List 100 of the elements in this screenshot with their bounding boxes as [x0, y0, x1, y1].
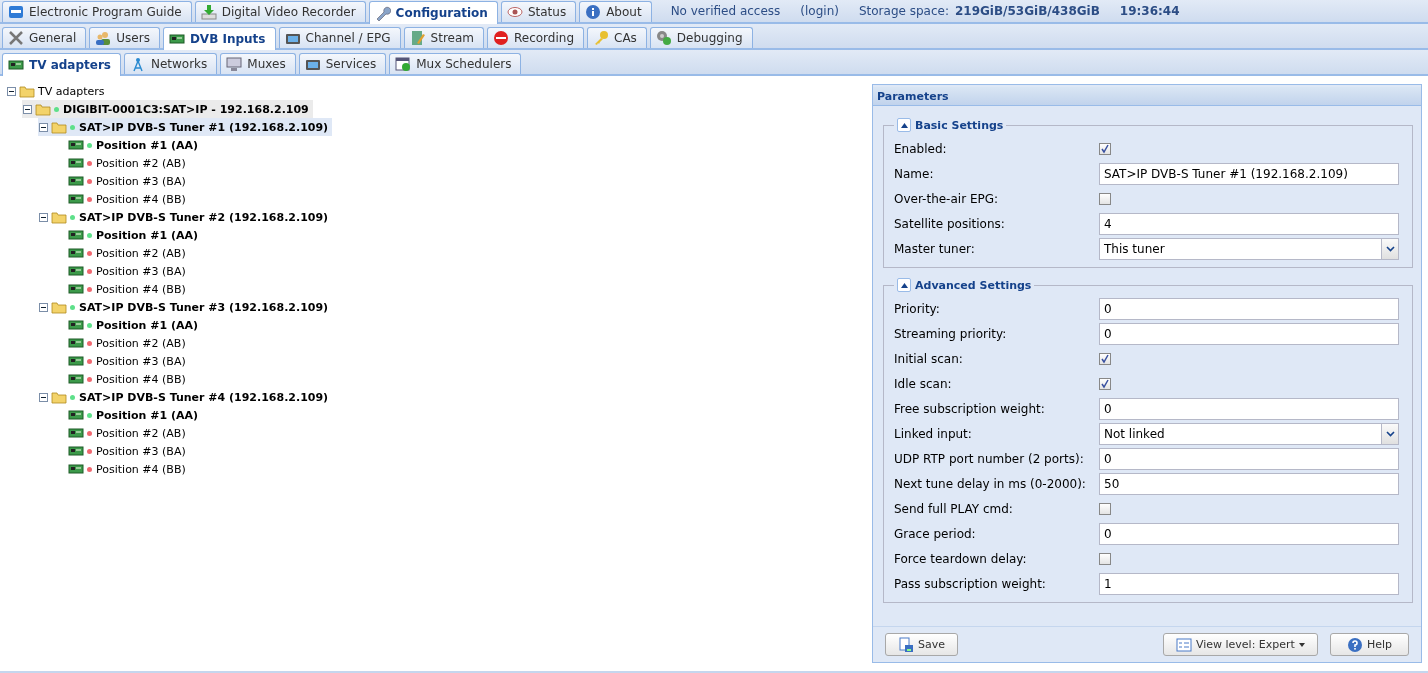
card-icon	[68, 443, 84, 459]
tab[interactable]: Muxes	[220, 53, 296, 74]
tab[interactable]: Channel / EPG	[278, 27, 401, 48]
checkbox[interactable]	[1099, 192, 1111, 205]
tree-label: Position #2 (AB)	[96, 336, 186, 350]
tree-row[interactable]: Position #4 (BB)	[54, 190, 190, 208]
tree-row[interactable]: SAT>IP DVB-S Tuner #4 (192.168.2.109)	[38, 388, 333, 406]
text-field[interactable]: 0	[1099, 447, 1399, 470]
tree-row[interactable]: Position #2 (AB)	[54, 334, 190, 352]
collapse-toggle[interactable]	[39, 212, 48, 222]
access-status: No verified access	[670, 4, 781, 18]
text-field[interactable]: 50	[1099, 472, 1399, 495]
tree-row[interactable]: Position #4 (BB)	[54, 370, 190, 388]
tree-label: Position #4 (BB)	[96, 462, 186, 476]
tree-row[interactable]: Position #3 (BA)	[54, 262, 190, 280]
text-field[interactable]: 1	[1099, 572, 1399, 595]
minus-icon	[41, 214, 46, 220]
dropdown[interactable]: This tuner	[1099, 237, 1399, 260]
field-label: UDP RTP port number (2 ports):	[894, 451, 1085, 466]
tab[interactable]: Recording	[487, 27, 584, 48]
wrench-icon	[374, 5, 391, 21]
info-icon	[585, 4, 602, 20]
field-label: Free subscription weight:	[894, 401, 1046, 416]
checkbox[interactable]	[1099, 352, 1111, 365]
tab[interactable]: About	[579, 1, 652, 22]
tree-row[interactable]: Position #3 (BA)	[54, 442, 190, 460]
checkmark-icon	[1100, 378, 1110, 389]
tree-row[interactable]: Position #4 (BB)	[54, 280, 190, 298]
tree-row[interactable]: SAT>IP DVB-S Tuner #1 (192.168.2.109)	[38, 118, 333, 136]
minus-icon	[41, 124, 46, 130]
users-icon	[95, 30, 112, 46]
calendar-icon	[395, 56, 412, 72]
view-level-button[interactable]: View level: Expert	[1162, 633, 1318, 656]
checkmark-icon	[1100, 143, 1110, 154]
save-button[interactable]: Save	[885, 633, 958, 656]
tree-row[interactable]: Position #2 (AB)	[54, 244, 190, 262]
tree-row[interactable]: Position #3 (BA)	[54, 352, 190, 370]
tree-label: Position #3 (BA)	[96, 444, 186, 458]
tree-label: Position #4 (BB)	[96, 282, 186, 296]
monitor-icon	[226, 56, 243, 72]
tree-row[interactable]: Position #1 (AA)	[54, 316, 202, 334]
collapse-toggle[interactable]	[39, 122, 48, 132]
checkbox[interactable]	[1099, 502, 1111, 515]
tree-row[interactable]: Position #1 (AA)	[54, 226, 202, 244]
text-field[interactable]: SAT>IP DVB-S Tuner #1 (192.168.2.109)	[1099, 162, 1399, 185]
tab[interactable]: CAs	[587, 27, 647, 48]
collapse-toggle[interactable]	[23, 104, 32, 114]
tab[interactable]: Users	[89, 27, 160, 48]
tree-row[interactable]: Position #1 (AA)	[54, 136, 202, 154]
tree-row[interactable]: Position #4 (BB)	[54, 460, 190, 478]
tree-label: TV adapters	[38, 84, 105, 98]
tab[interactable]: Configuration	[368, 1, 498, 24]
text-field[interactable]: 0	[1099, 297, 1399, 320]
tab[interactable]: Debugging	[649, 27, 753, 48]
tree-row[interactable]: DIGIBIT-0001C3:SAT>IP - 192.168.2.109	[22, 100, 313, 118]
tab[interactable]: TV adapters	[2, 53, 121, 76]
text-field[interactable]: 0	[1099, 522, 1399, 545]
storage-value: 219GiB/53GiB/438GiB	[954, 4, 1100, 18]
field-label: Linked input:	[894, 426, 973, 441]
gears-icon	[655, 30, 672, 46]
tab[interactable]: Networks	[123, 53, 218, 74]
collapse-toggle[interactable]	[7, 86, 16, 96]
card-icon	[68, 263, 84, 279]
tree-row[interactable]: SAT>IP DVB-S Tuner #2 (192.168.2.109)	[38, 208, 333, 226]
field-label: Name:	[894, 166, 935, 181]
card-icon	[68, 245, 84, 261]
checkbox[interactable]	[1099, 377, 1111, 390]
tree-row[interactable]: Position #1 (AA)	[54, 406, 202, 424]
tab[interactable]: Stream	[403, 27, 484, 48]
tab[interactable]: Services	[298, 53, 387, 74]
triangle-icon	[900, 282, 908, 288]
tab[interactable]: DVB Inputs	[162, 27, 276, 50]
tree-label: SAT>IP DVB-S Tuner #1 (192.168.2.109)	[79, 120, 329, 134]
tab[interactable]: Status	[500, 1, 577, 22]
tab[interactable]: Electronic Program Guide	[2, 1, 192, 22]
tab[interactable]: Mux Schedulers	[389, 53, 522, 74]
login-link[interactable]: (login)	[800, 4, 839, 18]
tree-label: DIGIBIT-0001C3:SAT>IP - 192.168.2.109	[63, 102, 309, 116]
dropdown[interactable]: Not linked	[1099, 422, 1399, 445]
collapse-toggle[interactable]	[39, 392, 48, 402]
field-label: Master tuner:	[894, 241, 976, 256]
tree-row[interactable]: Position #3 (BA)	[54, 172, 190, 190]
checkbox[interactable]	[1099, 552, 1111, 565]
tree-row[interactable]: SAT>IP DVB-S Tuner #3 (192.168.2.109)	[38, 298, 333, 316]
tab[interactable]: Digital Video Recorder	[194, 1, 366, 22]
checkbox[interactable]	[1099, 142, 1111, 155]
tree-row[interactable]: Position #2 (AB)	[54, 154, 190, 172]
field-label: Idle scan:	[894, 376, 953, 391]
text-field[interactable]: 0	[1099, 397, 1399, 420]
tree-label: SAT>IP DVB-S Tuner #3 (192.168.2.109)	[79, 300, 329, 314]
field-label: Initial scan:	[894, 351, 964, 366]
help-button[interactable]: Help	[1329, 633, 1409, 656]
collapse-button[interactable]	[897, 118, 911, 132]
collapse-button[interactable]	[897, 278, 911, 292]
tab[interactable]: General	[2, 27, 87, 48]
text-field[interactable]: 4	[1099, 212, 1399, 235]
tree-row[interactable]: Position #2 (AB)	[54, 424, 190, 442]
card-icon	[68, 425, 84, 441]
collapse-toggle[interactable]	[39, 302, 48, 312]
text-field[interactable]: 0	[1099, 322, 1399, 345]
